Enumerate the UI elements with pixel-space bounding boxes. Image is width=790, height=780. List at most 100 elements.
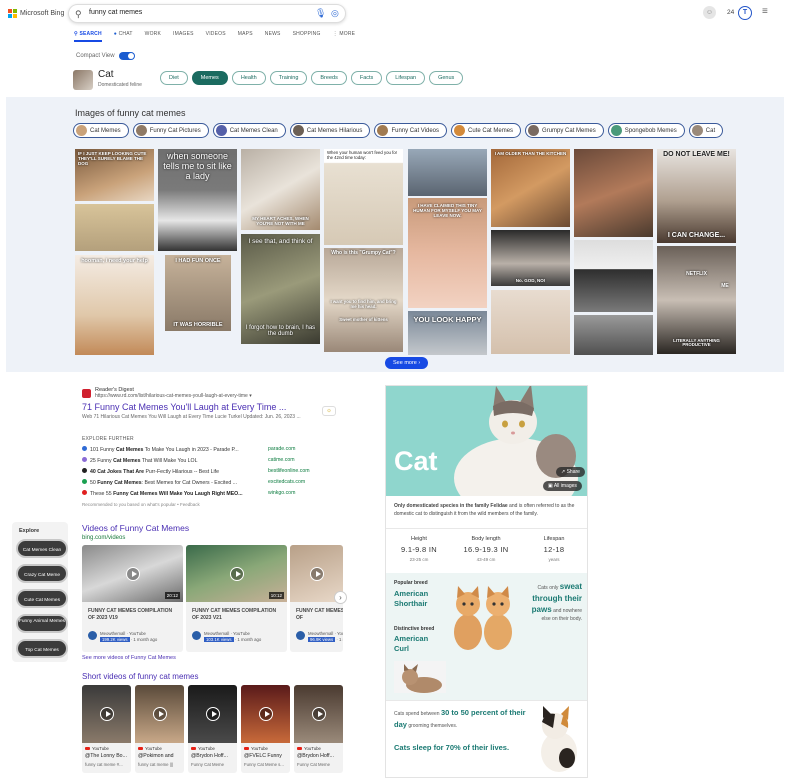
short-video-card[interactable]: YouTube @Brydon Hoff... Funny Cat Meme (188, 685, 237, 773)
videos-source[interactable]: bing.com/videos (82, 535, 125, 541)
image-chip[interactable]: Funny Cat Pictures (132, 123, 209, 138)
image-result[interactable]: Who is this "Grumpy Cat"? I want you to f… (324, 248, 403, 352)
short-thumbnail[interactable] (294, 685, 343, 743)
image-result[interactable] (491, 290, 570, 354)
short-channel[interactable]: @FVELC Funny (244, 753, 290, 759)
see-more-images-button[interactable]: See more › (385, 357, 429, 369)
bing-logo[interactable]: Microsoft Bing (8, 9, 64, 18)
short-video-card[interactable]: YouTube @Brydon Hoff... Funny Cat Meme (294, 685, 343, 773)
tab-images[interactable]: IMAGES (173, 31, 194, 42)
kittens-image[interactable] (448, 584, 518, 650)
chip-memes[interactable]: Memes (191, 71, 228, 85)
tab-maps[interactable]: MAPS (238, 31, 253, 42)
short-video-card[interactable]: YouTube @FVELC Funny Funny Cat Meme s... (241, 685, 290, 773)
short-videos-title[interactable]: Short videos of funny cat memes (82, 672, 199, 681)
image-result[interactable]: when someone tells me to sit like a lady (158, 149, 237, 251)
image-result[interactable]: I see that, and think of I forgot how to … (241, 234, 320, 344)
images-section-title[interactable]: Images of funny cat memes (75, 108, 186, 118)
short-video-card[interactable]: YouTube @The Lonny Bo... funny cat meme #.… (82, 685, 131, 773)
search-input[interactable]: funny cat memes (89, 9, 142, 16)
chip-training[interactable]: Training (269, 71, 308, 85)
image-result[interactable]: IF I JUST KEEP LOOKING CUTE THEY'LL SURE… (75, 149, 154, 201)
tab-search[interactable]: ⚲ SEARCH (74, 31, 102, 42)
menu-hamburger-icon[interactable]: ≡ (762, 6, 768, 17)
video-title[interactable]: FUNNY CAT MEMES COMPILATION OF (296, 608, 343, 621)
entity-thumbnail[interactable] (73, 70, 93, 90)
short-channel[interactable]: @Brydon Hoff... (297, 753, 343, 759)
short-thumbnail[interactable] (241, 685, 290, 743)
explore-row[interactable]: 101 Funny Cat Memes To Make You Laugh in… (82, 446, 342, 453)
see-more-videos-link[interactable]: See more videos of Funny Cat Memes (82, 655, 176, 661)
image-result[interactable]: NETFLIX ME LITERALLY ANYTHING PRODUCTIVE (657, 246, 736, 354)
tab-more[interactable]: ⋮ MORE (333, 31, 356, 42)
image-result[interactable] (574, 149, 653, 237)
image-result[interactable] (75, 204, 154, 251)
share-button[interactable]: ↗ Share (556, 467, 585, 477)
all-images-button[interactable]: ▣ All images (543, 481, 582, 491)
explore-item[interactable]: Top Cat Memes (16, 639, 68, 658)
image-chip[interactable]: Cute Cat Memes (451, 123, 522, 138)
short-thumbnail[interactable] (82, 685, 131, 743)
image-chip[interactable]: Funny Cat Videos (374, 123, 448, 138)
image-result[interactable]: MY HEART ACHES, WHEN YOU'RE NOT WITH ME (241, 149, 320, 230)
video-title[interactable]: FUNNY CAT MEMES COMPILATION OF 2023 V21 (192, 608, 282, 621)
play-icon[interactable] (205, 707, 220, 721)
explore-item[interactable]: Cat Memes Clean (16, 539, 68, 558)
image-result[interactable]: When your human won't feed you for the 4… (324, 149, 403, 245)
explore-row-domain[interactable]: parade.com (268, 446, 295, 453)
rewards-count[interactable]: 24 (727, 9, 734, 16)
chip-genus[interactable]: Genus (429, 71, 464, 85)
short-thumbnail[interactable] (188, 685, 237, 743)
play-icon[interactable] (258, 707, 273, 721)
profile-avatar-icon[interactable]: ☺ (703, 6, 716, 19)
image-result[interactable]: I HAD FUN ONCE IT WAS HORRIBLE (165, 255, 231, 331)
video-thumbnail[interactable]: 10:12 (186, 545, 287, 602)
explore-item[interactable]: Funny Animal Memes (16, 614, 68, 633)
explore-row[interactable]: 40 Cat Jokes That Are Purr-Fectly Hilari… (82, 468, 342, 475)
image-result[interactable] (574, 240, 653, 312)
short-channel[interactable]: @Brydon Hoff... (191, 753, 237, 759)
short-thumbnail[interactable] (135, 685, 184, 743)
image-result[interactable]: hooman, i need your help (75, 255, 154, 355)
tab-videos[interactable]: VIDEOS (206, 31, 226, 42)
insights-icon[interactable]: ☼ (322, 406, 336, 416)
distinctive-breed-value[interactable]: American Curl (394, 634, 444, 654)
chip-breeds[interactable]: Breeds (311, 71, 347, 85)
compact-view-toggle[interactable] (118, 52, 135, 60)
scroll-right-icon[interactable]: › (334, 591, 347, 604)
play-icon[interactable] (309, 566, 324, 581)
calico-cat-image[interactable] (533, 706, 581, 772)
video-title[interactable]: FUNNY CAT MEMES COMPILATION OF 2023 V19 (88, 608, 178, 621)
result-url[interactable]: https://www.rd.com/list/hilarious-cat-me… (95, 393, 252, 399)
tab-chat[interactable]: ● CHAT (114, 31, 133, 42)
image-chip[interactable]: Cat Memes Clean (212, 123, 286, 138)
microphone-icon[interactable]: 🎙 (315, 8, 326, 19)
image-chip[interactable]: Cat Memes Hilarious (289, 123, 371, 138)
explore-row[interactable]: 50 Funny Cat Memes: Best Memes for Cat O… (82, 479, 342, 486)
short-channel[interactable]: @The Lonny Bo... (85, 753, 131, 759)
search-box[interactable]: ⚲ funny cat memes 🎙 ◎ (68, 4, 346, 23)
chip-diet[interactable]: Diet (160, 71, 188, 85)
explore-row-domain[interactable]: bestlifeonline.com (268, 468, 310, 475)
play-icon[interactable] (152, 707, 167, 721)
visual-search-icon[interactable]: ◎ (331, 8, 339, 19)
video-thumbnail[interactable]: 20:12 (82, 545, 183, 602)
play-icon[interactable] (229, 566, 244, 581)
curl-cat-image[interactable] (394, 661, 446, 693)
image-result[interactable] (408, 149, 487, 196)
image-chip[interactable]: Cat Memes (73, 123, 129, 138)
explore-row[interactable]: These 55 Funny Cat Memes Will Make You L… (82, 490, 342, 497)
play-icon[interactable] (125, 566, 140, 581)
image-result[interactable]: No. GOD, NO! (491, 230, 570, 286)
play-icon[interactable] (311, 707, 326, 721)
video-card[interactable]: 20:12 FUNNY CAT MEMES COMPILATION OF 2023… (82, 545, 183, 652)
explore-row-domain[interactable]: winkgo.com (268, 490, 295, 497)
explore-row-domain[interactable]: excitedcats.com (268, 479, 305, 486)
tab-shopping[interactable]: SHOPPING (293, 31, 321, 42)
explore-item[interactable]: Cute Cat Memes (16, 589, 68, 608)
chip-facts[interactable]: Facts (350, 71, 383, 85)
explore-row-domain[interactable]: catime.com (268, 457, 295, 464)
image-chip[interactable]: Spongebob Memes (607, 123, 685, 138)
popular-breed-value[interactable]: American Shorthair (394, 589, 444, 609)
chip-lifespan[interactable]: Lifespan (386, 71, 426, 85)
